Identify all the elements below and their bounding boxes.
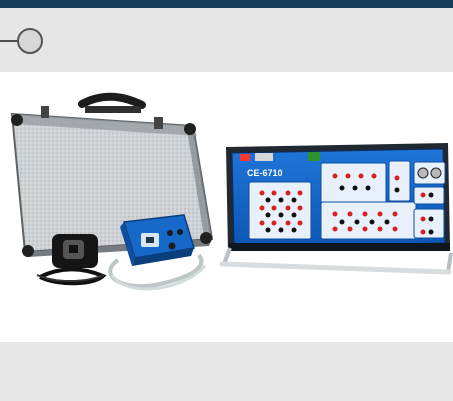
footer-panel <box>0 342 453 401</box>
header-panel <box>0 8 453 72</box>
radio-indicator-icon[interactable] <box>17 28 43 54</box>
model-label: CE-6710 <box>247 168 283 178</box>
test-kit-product-illustration: CE-6710 <box>10 92 453 291</box>
relay-test-instrument: CE-6710 <box>219 143 453 275</box>
product-image-area: CE-6710 <box>0 72 453 342</box>
top-banner-strip <box>0 0 453 8</box>
